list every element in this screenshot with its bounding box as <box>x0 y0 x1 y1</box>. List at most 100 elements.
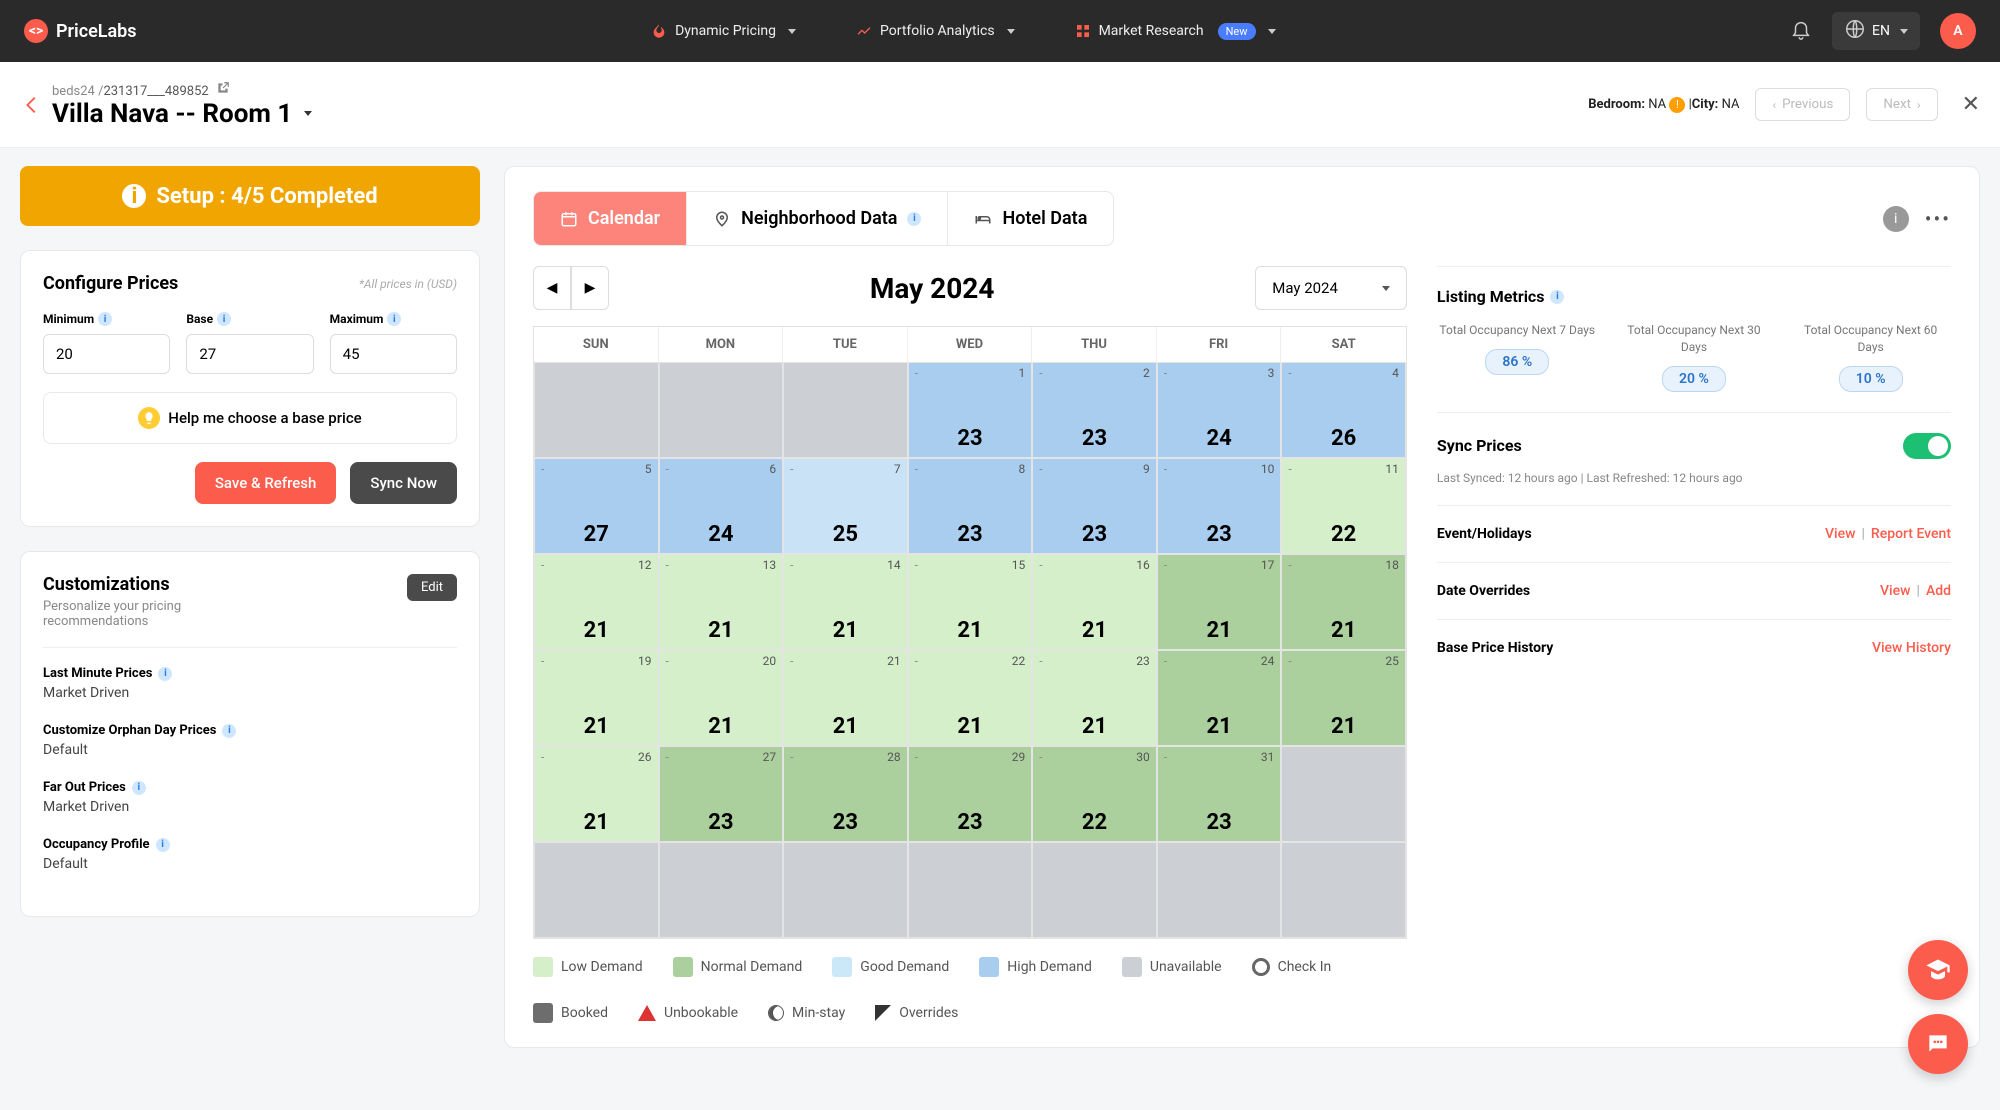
education-float-button[interactable] <box>1908 940 1968 1000</box>
calendar-day[interactable]: -2321 <box>1032 650 1157 746</box>
overrides-add-link[interactable]: Add <box>1926 583 1951 599</box>
maximum-input[interactable] <box>330 334 457 374</box>
info-icon[interactable]: i <box>132 781 146 795</box>
info-icon: i <box>122 184 146 208</box>
globe-icon <box>1844 18 1866 44</box>
configure-title: Configure Prices <box>43 273 178 294</box>
sync-now-button[interactable]: Sync Now <box>350 462 457 504</box>
info-icon[interactable]: i <box>1550 290 1564 304</box>
calendar-day[interactable]: -923 <box>1032 458 1157 554</box>
info-icon[interactable]: i <box>158 667 172 681</box>
back-arrow-icon[interactable] <box>20 93 44 117</box>
more-icon[interactable]: ••• <box>1925 207 1951 231</box>
breadcrumb[interactable]: beds24 /231317___489852 <box>52 81 312 99</box>
tab-hotel[interactable]: Hotel Data <box>948 192 1113 245</box>
minimum-input[interactable] <box>43 334 170 374</box>
customization-item: Last Minute PricesiMarket Driven <box>43 666 457 701</box>
info-icon[interactable]: i <box>222 724 236 738</box>
sub-header: beds24 /231317___489852 Villa Nava -- Ro… <box>0 62 2000 148</box>
nav-dynamic-pricing[interactable]: Dynamic Pricing <box>651 23 796 39</box>
previous-button[interactable]: ‹Previous <box>1755 88 1850 121</box>
view-history-link[interactable]: View History <box>1872 640 1951 656</box>
calendar-day[interactable]: -1122 <box>1281 458 1406 554</box>
flame-icon <box>651 23 667 39</box>
calendar-day[interactable]: -1023 <box>1157 458 1282 554</box>
overrides-view-link[interactable]: View <box>1880 583 1911 599</box>
legend-unavailable: Unavailable <box>1122 957 1222 977</box>
calendar-day[interactable]: -2221 <box>908 650 1033 746</box>
events-view-link[interactable]: View <box>1825 526 1856 542</box>
calendar-day <box>783 362 908 458</box>
calendar-day[interactable]: -2923 <box>908 746 1033 842</box>
avatar[interactable]: A <box>1940 13 1976 49</box>
listing-title[interactable]: Villa Nava -- Room 1 <box>52 99 312 129</box>
calendar-day[interactable]: -527 <box>534 458 659 554</box>
external-link-icon[interactable] <box>216 81 230 95</box>
nav-market-research[interactable]: Market Research New <box>1075 23 1276 40</box>
month-title: May 2024 <box>609 272 1255 305</box>
report-event-link[interactable]: Report Event <box>1871 526 1951 542</box>
calendar-day[interactable]: -3022 <box>1032 746 1157 842</box>
calendar-day[interactable]: -1721 <box>1157 554 1282 650</box>
save-refresh-button[interactable]: Save & Refresh <box>195 462 337 504</box>
listing-metrics-title: Listing Metricsi <box>1437 287 1951 306</box>
right-panel: Calendar Neighborhood Data i Hotel Data <box>504 166 1980 1048</box>
calendar-day[interactable]: -3123 <box>1157 746 1282 842</box>
occupancy-7: Total Occupancy Next 7 Days86 % <box>1437 322 1598 392</box>
calendar-day[interactable]: -2823 <box>783 746 908 842</box>
chevron-down-icon <box>1900 29 1908 34</box>
calendar-day[interactable]: -1221 <box>534 554 659 650</box>
calendar-day <box>659 362 784 458</box>
calendar-day[interactable]: -725 <box>783 458 908 554</box>
dow-header: WED <box>908 327 1033 362</box>
legend-good: Good Demand <box>832 957 949 977</box>
close-icon[interactable]: ✕ <box>1962 92 1980 117</box>
edit-button[interactable]: Edit <box>407 574 457 601</box>
brand-name: PriceLabs <box>56 21 137 42</box>
info-icon[interactable]: i <box>156 838 170 852</box>
month-select[interactable]: May 2024 <box>1255 266 1407 310</box>
info-icon[interactable]: i <box>98 312 112 326</box>
tab-calendar[interactable]: Calendar <box>534 192 687 245</box>
calendar-day[interactable]: -2021 <box>659 650 784 746</box>
legend-low: Low Demand <box>533 957 643 977</box>
calendar-day[interactable]: -2421 <box>1157 650 1282 746</box>
nav-portfolio-analytics[interactable]: Portfolio Analytics <box>856 23 1015 39</box>
calendar-day[interactable]: -1421 <box>783 554 908 650</box>
calendar-day <box>1281 746 1406 842</box>
base-input[interactable] <box>186 334 313 374</box>
calendar-day[interactable]: -123 <box>908 362 1033 458</box>
bell-icon[interactable] <box>1790 18 1812 44</box>
calendar-day[interactable]: -1921 <box>534 650 659 746</box>
calendar-day[interactable]: -2121 <box>783 650 908 746</box>
calendar-day[interactable]: -1821 <box>1281 554 1406 650</box>
calendar-day[interactable]: -2521 <box>1281 650 1406 746</box>
calendar-day[interactable]: -1521 <box>908 554 1033 650</box>
language-selector[interactable]: EN <box>1832 12 1920 50</box>
info-icon[interactable]: i <box>217 312 231 326</box>
calendar-day[interactable]: -2621 <box>534 746 659 842</box>
help-icon[interactable]: i <box>1883 206 1909 232</box>
calendar-day[interactable]: -823 <box>908 458 1033 554</box>
occupancy-7-value: 86 % <box>1485 349 1549 375</box>
calendar-day[interactable]: -223 <box>1032 362 1157 458</box>
legend-overrides: Overrides <box>875 1003 958 1023</box>
calendar-day[interactable]: -324 <box>1157 362 1282 458</box>
calendar-day[interactable]: -624 <box>659 458 784 554</box>
prev-month-button[interactable]: ◀ <box>533 266 571 310</box>
calendar-grid: SUNMONTUEWEDTHUFRISAT -123-223-324-426-5… <box>533 326 1407 939</box>
chat-float-button[interactable] <box>1908 1014 1968 1074</box>
calendar-day[interactable]: -2723 <box>659 746 784 842</box>
setup-banner[interactable]: i Setup : 4/5 Completed <box>20 166 480 226</box>
tab-neighborhood[interactable]: Neighborhood Data i <box>687 192 948 245</box>
calendar-day[interactable]: -426 <box>1281 362 1406 458</box>
info-icon[interactable]: i <box>387 312 401 326</box>
metrics-area: Listing Metricsi Total Occupancy Next 7 … <box>1437 266 1951 1023</box>
calendar-day[interactable]: -1621 <box>1032 554 1157 650</box>
help-base-button[interactable]: Help me choose a base price <box>43 392 457 444</box>
calendar-day[interactable]: -1321 <box>659 554 784 650</box>
next-button[interactable]: Next› <box>1866 88 1937 121</box>
sync-toggle[interactable] <box>1903 433 1951 459</box>
next-month-button[interactable]: ▶ <box>571 266 609 310</box>
logo[interactable]: <> PriceLabs <box>24 19 137 43</box>
